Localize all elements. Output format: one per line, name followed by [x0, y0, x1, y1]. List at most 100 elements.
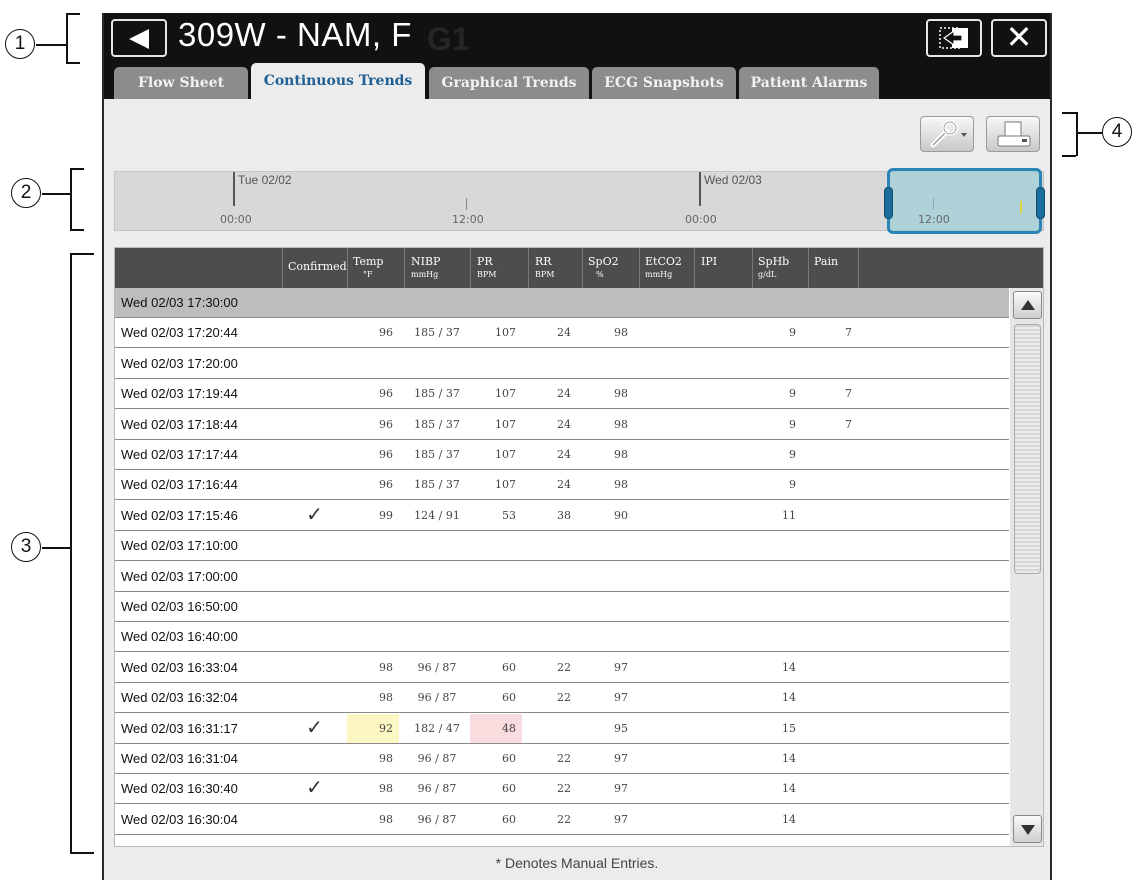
back-arrow-icon [129, 29, 149, 49]
table-row[interactable]: Wed 02/03 16:31:04 98 96 / 87 60 22 97 14 [115, 744, 1009, 774]
row-datetime: Wed 02/03 16:40:00 [121, 629, 238, 645]
rr-value [528, 592, 577, 621]
range-end-handle[interactable] [1036, 187, 1045, 219]
callout-4: 4 [1102, 117, 1132, 147]
back-button[interactable] [111, 19, 167, 57]
table-row[interactable]: Wed 02/03 17:16:44 96 185 / 37 107 24 98 9 [115, 470, 1009, 501]
time-range-selector[interactable]: 12:00 [884, 168, 1045, 234]
callout-4-bracket-top [1062, 112, 1076, 114]
current-time-marker [1020, 201, 1022, 213]
table-row[interactable]: Wed 02/03 17:18:44 96 185 / 37 107 24 98 9 7 [115, 409, 1009, 440]
temp-value: 96 [379, 387, 393, 401]
confirmed-check: ✓ [306, 503, 323, 526]
temp-value: 98 [379, 812, 393, 826]
nibp-value: 185 / 37 [414, 387, 460, 401]
range-start-handle[interactable] [884, 187, 893, 219]
confirmed-check [282, 379, 347, 408]
tab-continuous-trends[interactable]: Continuous Trends [251, 63, 425, 99]
tab-graphical-trends[interactable]: Graphical Trends [429, 67, 589, 99]
row-datetime: Wed 02/03 17:00:00 [121, 568, 238, 584]
spo2-value [582, 592, 634, 621]
table-row[interactable]: Wed 02/03 16:40:00 [115, 622, 1009, 653]
pain-value [808, 592, 858, 621]
nibp-value [404, 562, 470, 591]
callout-1: 1 [5, 29, 35, 59]
sphb-value: 14 [782, 812, 796, 826]
tab-flow-sheet[interactable]: Flow Sheet [114, 67, 248, 99]
column-separator [404, 248, 405, 288]
confirmed-check [282, 410, 347, 439]
table-row[interactable]: Wed 02/03 16:32:04 98 96 / 87 60 22 97 14 [115, 683, 1009, 714]
rr-value [528, 714, 577, 743]
table-row[interactable]: Wed 02/03 17:19:44 96 185 / 37 107 24 98 9 7 [115, 379, 1009, 410]
table-row[interactable]: Wed 02/03 17:20:44 96 185 / 37 107 24 98 9 7 [115, 318, 1009, 349]
trends-table: Confirmed Temp °F NIBP mmHg PR BPM RR BPM Sp… [114, 247, 1044, 847]
scrollbar-thumb[interactable] [1014, 324, 1041, 574]
pr-value: 48 [470, 713, 522, 743]
confirmed-check [282, 440, 347, 469]
tab-patient-alarms[interactable]: Patient Alarms [739, 67, 879, 99]
sphb-value: 9 [789, 478, 796, 492]
settings-button[interactable] [920, 116, 974, 152]
table-row[interactable]: Wed 02/03 16:30:40 ✓ 98 96 / 87 60 22 97 14 [115, 774, 1009, 805]
nibp-value: 182 / 47 [414, 721, 460, 735]
table-row[interactable]: Wed 02/03 17:00:00 [115, 561, 1009, 592]
sphb-value: 9 [789, 448, 796, 461]
spo2-value [582, 288, 634, 317]
scroll-down-button[interactable] [1013, 815, 1042, 843]
spo2-value: 97 [614, 660, 628, 674]
callout-2: 2 [11, 178, 41, 208]
callout-3-bracket-top [70, 253, 94, 255]
table-header: Confirmed Temp °F NIBP mmHg PR BPM RR BPM Sp… [115, 248, 1043, 288]
close-button[interactable]: ✕ [991, 19, 1047, 57]
temp-value [347, 349, 399, 378]
row-datetime: Wed 02/03 17:19:44 [121, 386, 238, 402]
table-row[interactable]: Wed 02/03 16:33:04 98 96 / 87 60 22 97 14 [115, 652, 1009, 683]
vertical-scrollbar[interactable] [1010, 288, 1043, 846]
sphb-value: 15 [782, 721, 796, 735]
column-header-etco2: EtCO2 mmHg [645, 255, 682, 279]
pain-value [808, 470, 858, 499]
spo2-value: 97 [614, 812, 628, 826]
spo2-value: 98 [614, 387, 628, 401]
table-row[interactable]: Wed 02/03 17:10:00 [115, 531, 1009, 562]
row-datetime: Wed 02/03 17:20:00 [121, 355, 238, 371]
confirmed-check [282, 653, 347, 682]
export-button[interactable] [926, 19, 982, 57]
table-row[interactable]: Wed 02/03 17:15:46 ✓ 99 124 / 91 53 38 90 11 [115, 500, 1009, 531]
column-separator [470, 248, 471, 288]
scroll-up-button[interactable] [1013, 291, 1042, 319]
confirmed-check [282, 744, 347, 773]
nibp-value [404, 592, 470, 621]
pain-value [808, 774, 858, 803]
timeline-navigator[interactable]: Tue 02/02 Wed 02/03 00:00 12:00 00:00 12… [114, 168, 1045, 234]
sphb-value: 9 [789, 417, 796, 431]
spo2-value [582, 531, 634, 560]
row-datetime: Wed 02/03 17:16:44 [121, 477, 238, 493]
nibp-value: 124 / 91 [414, 508, 460, 522]
table-row[interactable]: Wed 02/03 17:30:00 [115, 288, 1009, 318]
confirmed-check [282, 622, 347, 651]
table-row[interactable]: Wed 02/03 16:50:00 [115, 592, 1009, 622]
day-marker [233, 172, 235, 206]
callout-1-bracket-top [66, 13, 80, 15]
column-header-confirmed: Confirmed [288, 260, 347, 273]
spo2-value: 95 [614, 721, 628, 735]
temp-value: 96 [379, 326, 393, 340]
spo2-value: 97 [614, 752, 628, 765]
sphb-value: 9 [789, 326, 796, 340]
hour-label: 00:00 [685, 213, 717, 226]
print-button[interactable] [986, 116, 1040, 152]
tab-ecg-snapshots[interactable]: ECG Snapshots [592, 67, 736, 99]
table-row[interactable]: Wed 02/03 16:30:04 98 96 / 87 60 22 97 14 [115, 804, 1009, 835]
table-row[interactable]: Wed 02/03 17:20:00 [115, 348, 1009, 379]
table-row[interactable]: Wed 02/03 16:31:17 ✓ 92 182 / 47 48 95 15 [115, 713, 1009, 744]
spo2-value: 98 [614, 326, 628, 340]
hour-tick [466, 198, 467, 210]
column-header-nibp: NIBP mmHg [411, 255, 441, 279]
pain-value [808, 805, 858, 834]
table-row[interactable]: Wed 02/03 17:17:44 96 185 / 37 107 24 98 9 [115, 440, 1009, 470]
row-datetime: Wed 02/03 16:33:04 [121, 659, 238, 675]
row-datetime: Wed 02/03 17:18:44 [121, 416, 238, 432]
confirmed-check [282, 470, 347, 499]
